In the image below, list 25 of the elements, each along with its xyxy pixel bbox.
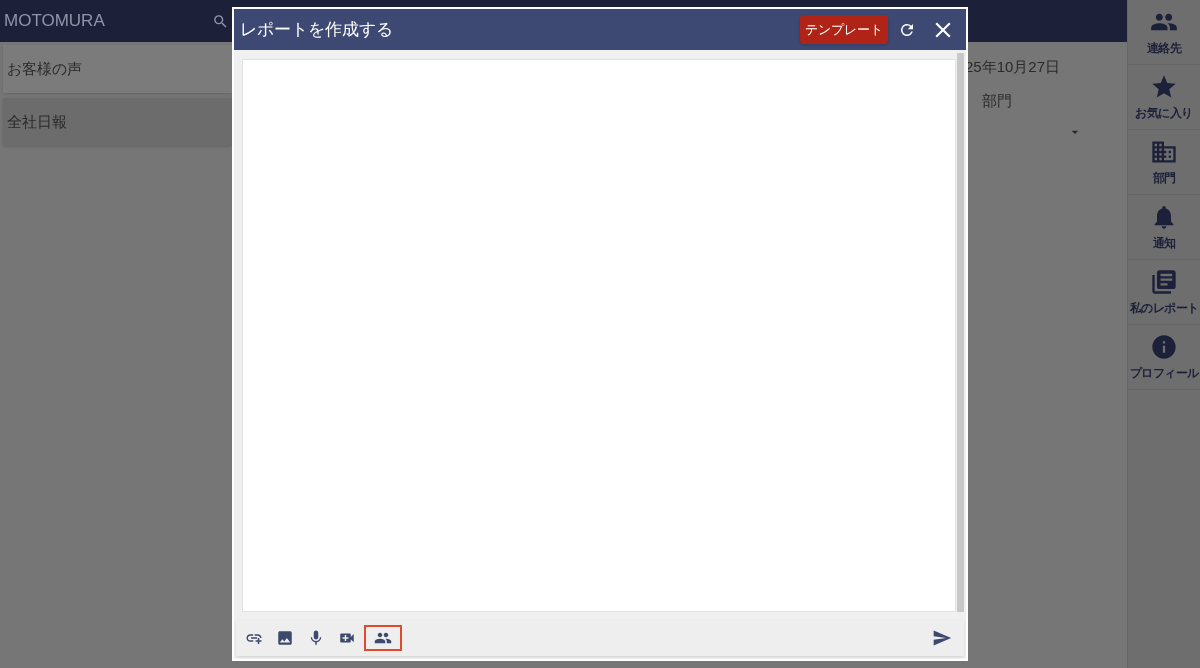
dialog-title: レポートを作成する [240, 18, 394, 41]
toolbar-button[interactable] [364, 625, 402, 651]
sidebar-label: お気に入り [1135, 104, 1193, 122]
search-icon[interactable] [212, 12, 229, 30]
sidebar-label: プロフィール [1129, 364, 1199, 382]
sidebar-label: 部門 [1152, 169, 1176, 187]
scrollbar[interactable] [957, 53, 964, 612]
department-label: 部門 [982, 90, 1012, 111]
sidebar-item[interactable]: お気に入り [1128, 65, 1200, 130]
sidebar-label: 通知 [1152, 234, 1176, 252]
sidebar-item[interactable]: 部門 [1128, 130, 1200, 195]
sidebar-item[interactable]: プロフィール [1128, 325, 1200, 390]
info-icon [1150, 332, 1178, 361]
channel-item[interactable]: お客様の声 [3, 45, 232, 93]
send-icon[interactable] [932, 628, 952, 648]
image-icon [276, 629, 294, 647]
sidebar-item[interactable]: 私のレポート [1128, 260, 1200, 325]
sidebar-item[interactable]: 連絡先 [1128, 0, 1200, 65]
template-button[interactable]: テンプレート [800, 15, 888, 44]
sidebar-item[interactable]: 通知 [1128, 195, 1200, 260]
sidebar-label: 連絡先 [1146, 39, 1182, 57]
app-title: MOTOMURA [4, 10, 106, 33]
channel-item[interactable]: 全社日報 [3, 98, 232, 146]
documents-icon [1150, 267, 1178, 296]
sidebar-label: 私のレポート [1129, 299, 1199, 317]
